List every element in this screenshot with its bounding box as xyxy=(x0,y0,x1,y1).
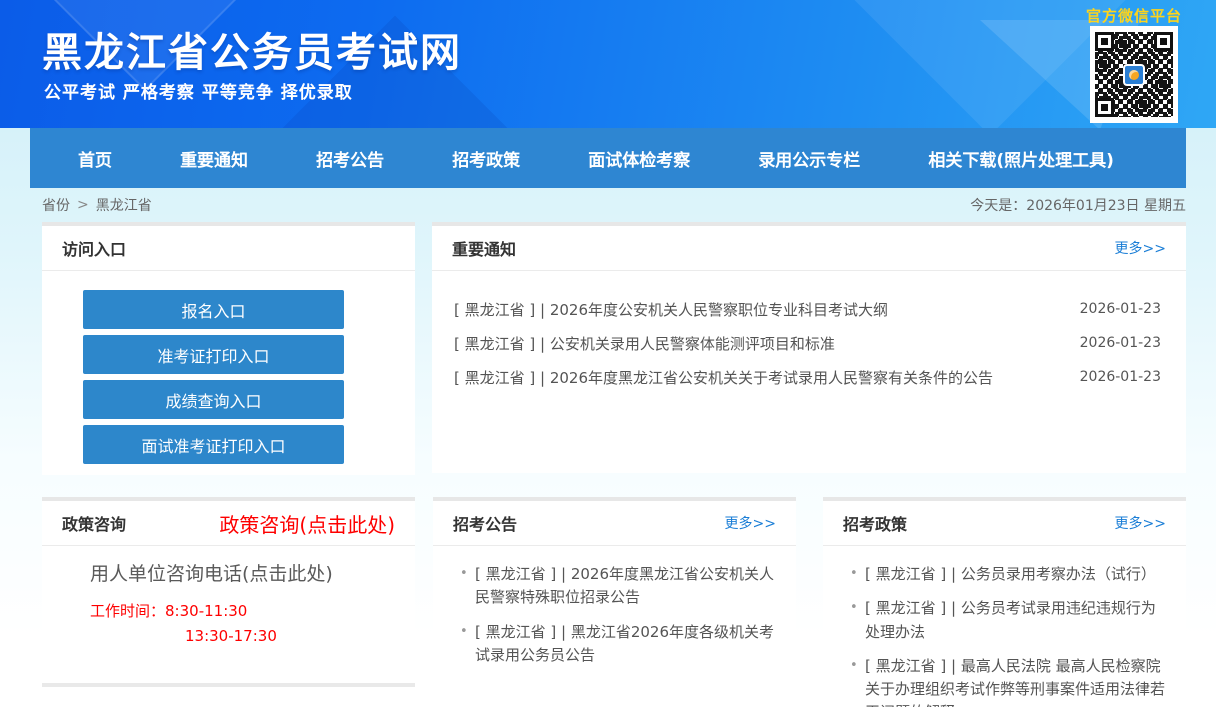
notice-item-date: 2026-01-23 xyxy=(1080,301,1161,317)
consult-panel-header: 政策咨询 政策咨询(点击此处) xyxy=(42,501,415,546)
policies-list: [ 黑龙江省 ] | 公务员录用考察办法（试行） [ 黑龙江省 ] | 公务员考… xyxy=(823,546,1186,707)
policy-consult-panel: 政策咨询 政策咨询(点击此处) 用人单位咨询电话(点击此处) 工作时间：8:30… xyxy=(42,497,415,687)
policies-panel-header: 招考政策 更多>> xyxy=(823,501,1186,546)
admission-ticket-print-button[interactable]: 准考证打印入口 xyxy=(83,335,344,374)
wechat-qr-code xyxy=(1090,26,1178,123)
nav-item-downloads[interactable]: 相关下载(照片处理工具) xyxy=(928,146,1114,171)
qr-finder-icon xyxy=(1095,32,1114,51)
breadcrumb-provinces[interactable]: 省份 xyxy=(42,195,70,215)
main-navigation: 首页 重要通知 招考公告 招考政策 面试体检考察 录用公示专栏 相关下载(照片处… xyxy=(30,128,1186,188)
employer-phone-link[interactable]: 用人单位咨询电话(点击此处) xyxy=(90,559,415,586)
site-header: 黑龙江省公务员考试网 公平考试 严格考察 平等竞争 择优录取 官方微信平台 xyxy=(0,0,1216,128)
policy-item[interactable]: [ 黑龙江省 ] | 公务员考试录用违纪违规行为处理办法 xyxy=(850,597,1170,644)
nav-item-recruit-policies[interactable]: 招考政策 xyxy=(452,146,520,171)
breadcrumb-row: 省份 > 黑龙江省 今天是：2026年01月23日 星期五 xyxy=(42,188,1186,222)
breadcrumb-current[interactable]: 黑龙江省 xyxy=(96,195,152,215)
notice-item-date: 2026-01-23 xyxy=(1080,335,1161,351)
qr-finder-icon xyxy=(1095,98,1114,117)
important-notices-panel: 重要通知 更多>> [ 黑龙江省 ] | 2026年度公安机关人民警察职位专业科… xyxy=(432,222,1186,473)
interview-ticket-print-button[interactable]: 面试准考证打印入口 xyxy=(83,425,344,464)
notice-item-date: 2026-01-23 xyxy=(1080,369,1161,385)
nav-item-hiring-publicity[interactable]: 录用公示专栏 xyxy=(758,146,860,171)
consult-click-here-link[interactable]: 政策咨询(点击此处) xyxy=(219,509,395,538)
entry-panel: 访问入口 报名入口 准考证打印入口 成绩查询入口 面试准考证打印入口 xyxy=(42,222,415,475)
nav-item-home[interactable]: 首页 xyxy=(78,146,112,171)
notices-panel-header: 重要通知 更多>> xyxy=(432,226,1186,271)
notice-item-title[interactable]: [ 黑龙江省 ] | 2026年度黑龙江省公安机关关于考试录用人民警察有关条件的… xyxy=(454,367,993,388)
notice-item[interactable]: [ 黑龙江省 ] | 2026年度黑龙江省公安机关关于考试录用人民警察有关条件的… xyxy=(454,360,1161,394)
working-hours-am: 工作时间：8:30-11:30 xyxy=(90,599,415,624)
nav-item-interview-physical[interactable]: 面试体检考察 xyxy=(588,146,690,171)
notice-item[interactable]: [ 黑龙江省 ] | 2026年度公安机关人民警察职位专业科目考试大纲 2026… xyxy=(454,292,1161,326)
recruit-policies-panel: 招考政策 更多>> [ 黑龙江省 ] | 公务员录用考察办法（试行） [ 黑龙江… xyxy=(823,497,1186,707)
qr-center-logo-icon xyxy=(1123,64,1145,86)
qr-finder-icon xyxy=(1154,32,1173,51)
policy-item[interactable]: [ 黑龙江省 ] | 公务员录用考察办法（试行） xyxy=(850,563,1170,586)
notice-item-title[interactable]: [ 黑龙江省 ] | 公安机关录用人民警察体能测评项目和标准 xyxy=(454,333,835,354)
today-date: 今天是：2026年01月23日 星期五 xyxy=(970,195,1186,215)
qr-pattern xyxy=(1095,32,1173,117)
working-hours: 工作时间：8:30-11:30 13:30-17:30 xyxy=(90,599,415,649)
breadcrumb-separator: > xyxy=(77,197,89,213)
announcements-panel-header: 招考公告 更多>> xyxy=(433,501,796,546)
notices-list: [ 黑龙江省 ] | 2026年度公安机关人民警察职位专业科目考试大纲 2026… xyxy=(432,271,1186,394)
site-title: 黑龙江省公务员考试网 xyxy=(42,20,462,78)
site-slogan: 公平考试 严格考察 平等竞争 择优录取 xyxy=(44,78,353,103)
nav-item-important-notices[interactable]: 重要通知 xyxy=(180,146,248,171)
announcements-more-link[interactable]: 更多>> xyxy=(725,513,776,533)
register-entry-button[interactable]: 报名入口 xyxy=(83,290,344,329)
policies-more-link[interactable]: 更多>> xyxy=(1115,513,1166,533)
announcement-item[interactable]: [ 黑龙江省 ] | 2026年度黑龙江省公安机关人民警察特殊职位招录公告 xyxy=(460,563,780,610)
policies-panel-title: 招考政策 xyxy=(843,511,907,535)
consult-body: 用人单位咨询电话(点击此处) 工作时间：8:30-11:30 13:30-17:… xyxy=(42,546,415,649)
notices-panel-title: 重要通知 xyxy=(452,236,516,260)
policy-item[interactable]: [ 黑龙江省 ] | 最高人民法院 最高人民检察院关于办理组织考试作弊等刑事案件… xyxy=(850,655,1170,707)
consult-panel-title: 政策咨询 xyxy=(62,511,126,535)
nav-item-recruit-announcements[interactable]: 招考公告 xyxy=(316,146,384,171)
wechat-platform-label: 官方微信平台 xyxy=(1086,5,1182,26)
entry-panel-title: 访问入口 xyxy=(62,236,126,260)
recruit-announcements-panel: 招考公告 更多>> [ 黑龙江省 ] | 2026年度黑龙江省公安机关人民警察特… xyxy=(433,497,796,707)
notices-more-link[interactable]: 更多>> xyxy=(1115,238,1166,258)
announcements-list: [ 黑龙江省 ] | 2026年度黑龙江省公安机关人民警察特殊职位招录公告 [ … xyxy=(433,546,796,667)
notice-item-title[interactable]: [ 黑龙江省 ] | 2026年度公安机关人民警察职位专业科目考试大纲 xyxy=(454,299,888,320)
working-hours-pm: 13:30-17:30 xyxy=(90,624,415,649)
notice-item[interactable]: [ 黑龙江省 ] | 公安机关录用人民警察体能测评项目和标准 2026-01-2… xyxy=(454,326,1161,360)
entry-panel-header: 访问入口 xyxy=(42,226,415,271)
score-query-button[interactable]: 成绩查询入口 xyxy=(83,380,344,419)
entry-buttons: 报名入口 准考证打印入口 成绩查询入口 面试准考证打印入口 xyxy=(42,271,415,464)
announcements-panel-title: 招考公告 xyxy=(453,511,517,535)
announcement-item[interactable]: [ 黑龙江省 ] | 黑龙江省2026年度各级机关考试录用公务员公告 xyxy=(460,621,780,668)
breadcrumb: 省份 > 黑龙江省 xyxy=(42,195,152,215)
